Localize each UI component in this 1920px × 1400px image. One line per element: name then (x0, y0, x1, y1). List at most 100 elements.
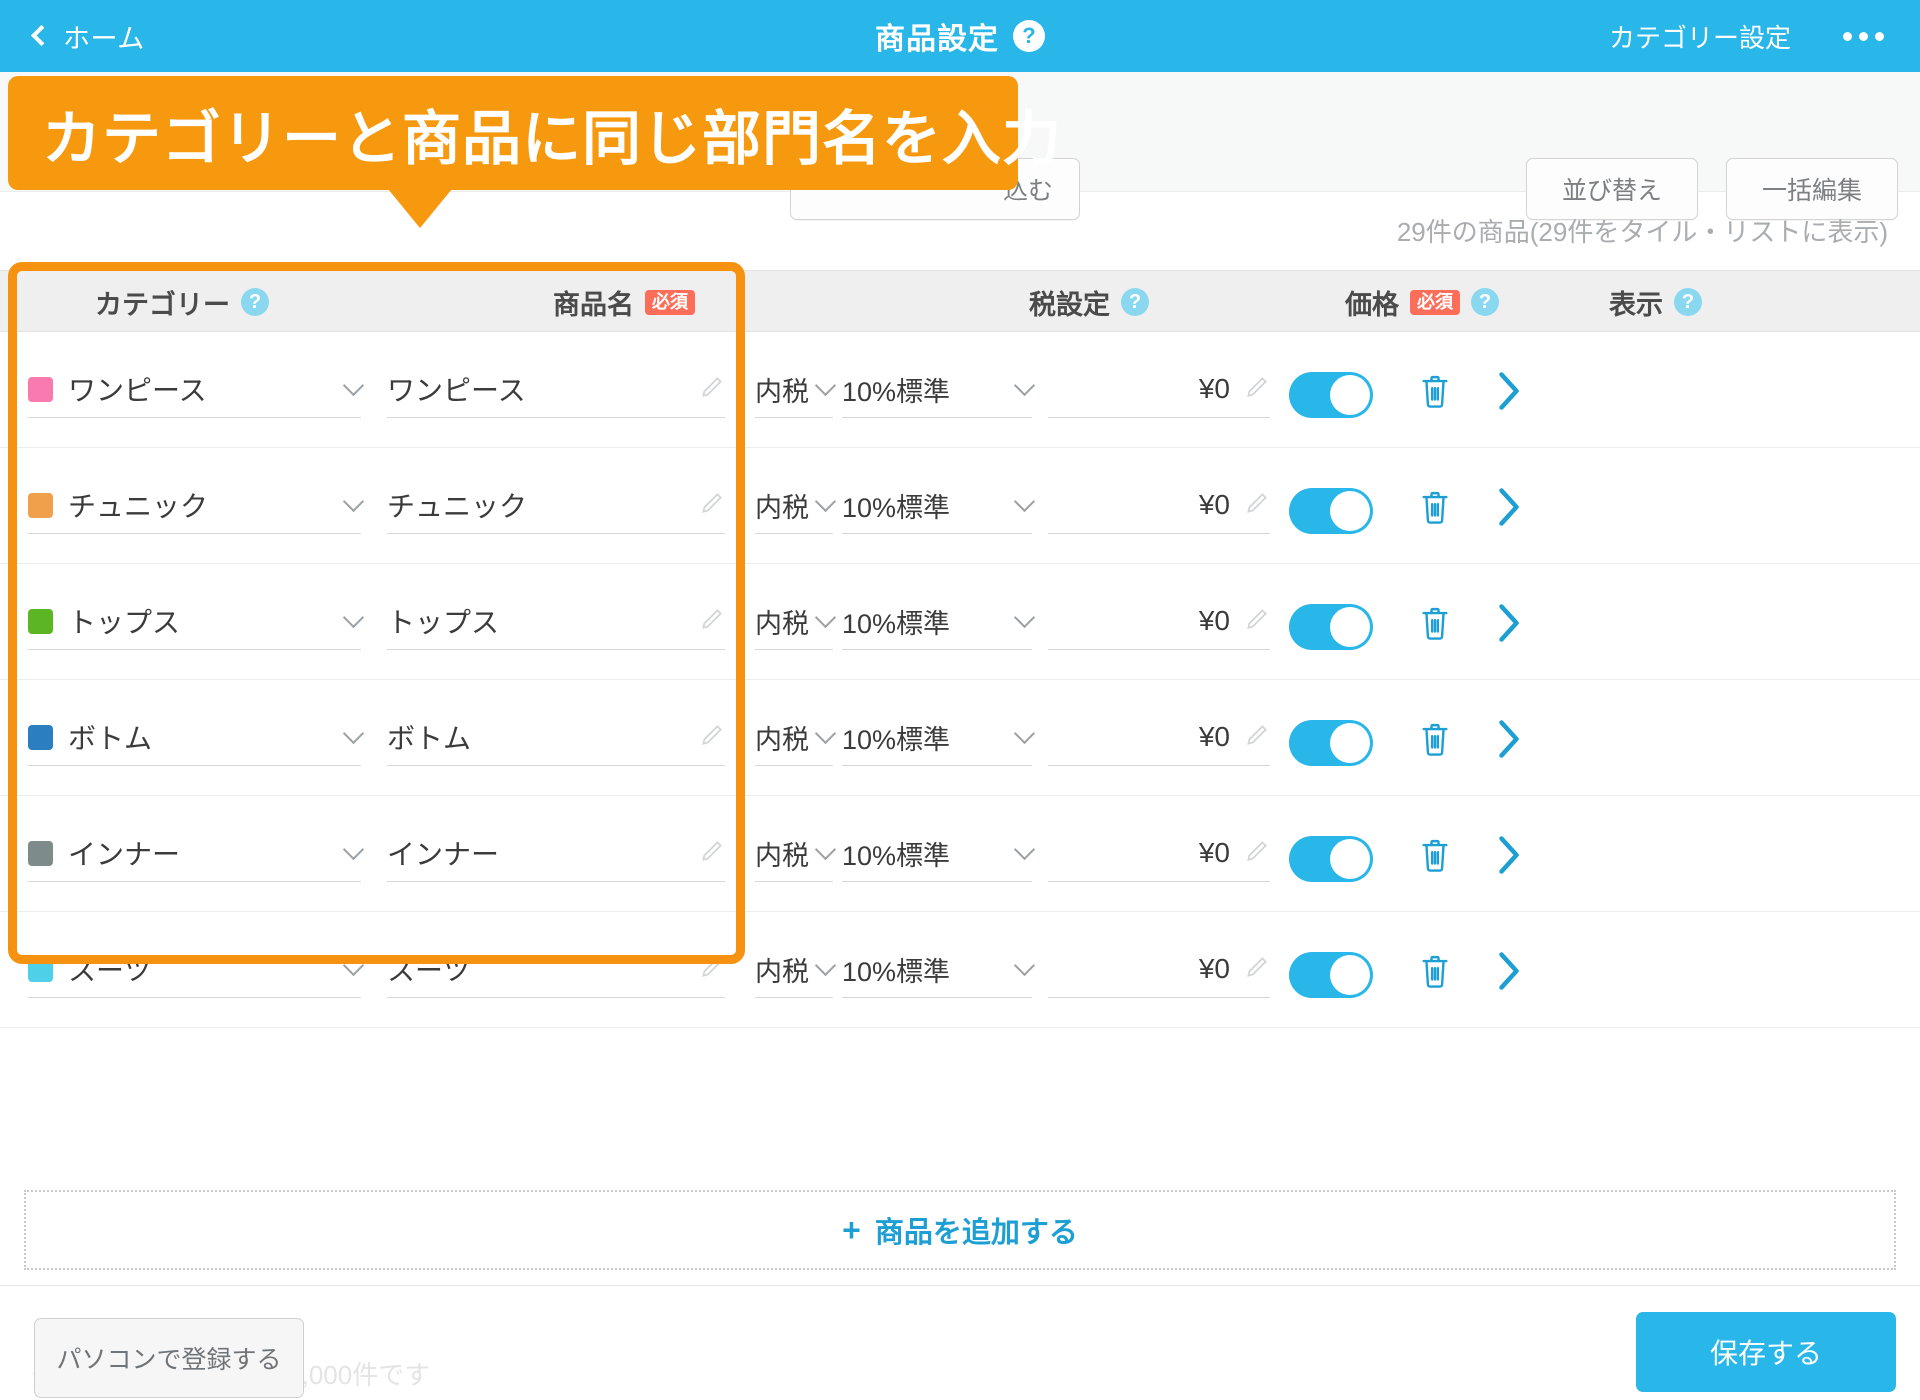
tax-rate-select[interactable]: 10%標準 (842, 825, 1036, 882)
category-value: ワンピース (68, 375, 207, 406)
product-name-input[interactable]: インナー (387, 825, 725, 882)
callout-tail-icon (388, 189, 452, 228)
bulk-edit-button[interactable]: 一括編集 (1726, 158, 1898, 220)
field-underline (28, 765, 361, 766)
field-underline (1048, 417, 1270, 418)
price-input[interactable]: ¥0 (1048, 825, 1270, 882)
save-button[interactable]: 保存する (1636, 1312, 1896, 1392)
chevron-down-icon (342, 838, 365, 860)
table-header-row: カテゴリー ? 商品名 必須 税設定 ? 価格 必須 ? 表示 ? (0, 270, 1920, 332)
display-toggle[interactable] (1289, 952, 1373, 998)
price-value: ¥0 (1198, 605, 1230, 636)
category-select[interactable]: ワンピース (28, 361, 365, 418)
category-select[interactable]: チュニック (28, 477, 365, 534)
field-underline (387, 997, 725, 998)
delete-row-button[interactable] (1418, 952, 1452, 995)
row-detail-button[interactable] (1494, 950, 1524, 997)
row-detail-button[interactable] (1494, 486, 1524, 533)
register-on-pc-button[interactable]: パソコンで登録する (34, 1318, 304, 1398)
tax-type-select[interactable]: 内税 (755, 709, 837, 766)
price-value: ¥0 (1198, 489, 1230, 520)
product-name-input[interactable]: ワンピース (387, 361, 725, 418)
category-select[interactable]: スーツ (28, 941, 365, 998)
delete-row-button[interactable] (1418, 372, 1452, 415)
field-underline (28, 649, 361, 650)
field-underline (755, 997, 833, 998)
table-row: トップス トップス 内税 10%標準 ¥0 (0, 564, 1920, 680)
chevron-down-icon (1013, 374, 1036, 396)
tax-type-value: 内税 (755, 492, 809, 523)
table-body: ワンピース ワンピース 内税 10%標準 ¥0 チュニック チュニック 内税 1… (0, 332, 1920, 1028)
display-toggle[interactable] (1289, 836, 1373, 882)
product-name-input[interactable]: トップス (387, 593, 725, 650)
field-underline (387, 881, 725, 882)
tax-type-select[interactable]: 内税 (755, 825, 837, 882)
delete-row-button[interactable] (1418, 604, 1452, 647)
table-row: ワンピース ワンピース 内税 10%標準 ¥0 (0, 332, 1920, 448)
price-input[interactable]: ¥0 (1048, 941, 1270, 998)
product-name-value: ボトム (387, 723, 472, 754)
add-product-button[interactable]: + 商品を追加する (24, 1190, 1896, 1270)
chevron-right-icon (1494, 720, 1524, 764)
field-underline (755, 765, 833, 766)
category-color-swatch (28, 956, 53, 982)
chevron-right-icon (1494, 488, 1524, 532)
tax-type-select[interactable]: 内税 (755, 477, 837, 534)
delete-row-button[interactable] (1418, 720, 1452, 763)
field-underline (842, 649, 1032, 650)
tax-type-select[interactable]: 内税 (755, 941, 837, 998)
field-underline (1048, 881, 1270, 882)
chevron-down-icon (1013, 490, 1036, 512)
display-toggle[interactable] (1289, 372, 1373, 418)
product-name-input[interactable]: ボトム (387, 709, 725, 766)
category-color-swatch (28, 724, 53, 750)
field-underline (842, 765, 1032, 766)
help-icon[interactable]: ? (1013, 20, 1045, 52)
category-select[interactable]: インナー (28, 825, 365, 882)
tax-type-select[interactable]: 内税 (755, 361, 837, 418)
trash-icon (1418, 839, 1452, 878)
pencil-icon (699, 374, 725, 405)
price-input[interactable]: ¥0 (1048, 477, 1270, 534)
field-underline (842, 417, 1032, 418)
category-value: インナー (68, 839, 181, 870)
delete-row-button[interactable] (1418, 836, 1452, 879)
tax-type-select[interactable]: 内税 (755, 593, 837, 650)
category-select[interactable]: ボトム (28, 709, 365, 766)
category-settings-link[interactable]: カテゴリー設定 (1609, 18, 1791, 55)
product-name-input[interactable]: スーツ (387, 941, 725, 998)
product-count-text: 29件の商品(29件をタイル・リストに表示) (1396, 217, 1888, 247)
help-icon[interactable]: ? (1121, 288, 1149, 316)
top-navbar: ホーム 商品設定 ? カテゴリー設定 (0, 0, 1920, 72)
price-input[interactable]: ¥0 (1048, 361, 1270, 418)
row-detail-button[interactable] (1494, 834, 1524, 881)
category-select[interactable]: トップス (28, 593, 365, 650)
tax-rate-select[interactable]: 10%標準 (842, 593, 1036, 650)
row-detail-button[interactable] (1494, 602, 1524, 649)
pencil-icon (1244, 838, 1270, 869)
display-toggle[interactable] (1289, 720, 1373, 766)
sort-button[interactable]: 並び替え (1526, 158, 1698, 220)
help-icon[interactable]: ? (1471, 288, 1499, 316)
help-icon[interactable]: ? (1674, 288, 1702, 316)
tax-rate-select[interactable]: 10%標準 (842, 709, 1036, 766)
delete-row-button[interactable] (1418, 488, 1452, 531)
tax-rate-select[interactable]: 10%標準 (842, 941, 1036, 998)
chevron-down-icon (342, 722, 365, 744)
chevron-down-icon (814, 722, 837, 744)
price-input[interactable]: ¥0 (1048, 709, 1270, 766)
row-detail-button[interactable] (1494, 718, 1524, 765)
tax-rate-select[interactable]: 10%標準 (842, 361, 1036, 418)
product-name-input[interactable]: チュニック (387, 477, 725, 534)
display-toggle[interactable] (1289, 604, 1373, 650)
ellipsis-icon[interactable] (1843, 31, 1884, 41)
tax-rate-select[interactable]: 10%標準 (842, 477, 1036, 534)
display-toggle[interactable] (1289, 488, 1373, 534)
toggle-knob (1330, 839, 1370, 879)
field-underline (28, 417, 361, 418)
row-detail-button[interactable] (1494, 370, 1524, 417)
trash-icon (1418, 607, 1452, 646)
help-icon[interactable]: ? (241, 288, 269, 316)
pencil-icon (699, 954, 725, 985)
price-input[interactable]: ¥0 (1048, 593, 1270, 650)
